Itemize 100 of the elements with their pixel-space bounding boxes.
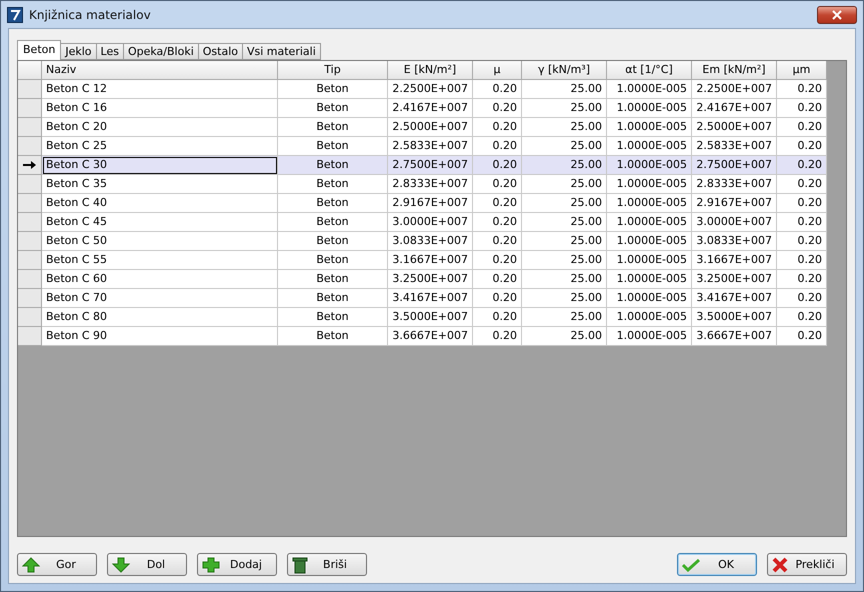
table-cell: Beton C 25 <box>42 137 278 156</box>
close-button[interactable] <box>817 6 857 24</box>
trash-icon <box>292 556 308 574</box>
column-header[interactable]: αt [1/°C] <box>607 61 692 80</box>
add-button[interactable]: Dodaj <box>197 553 277 576</box>
app-icon <box>7 6 23 22</box>
table-cell: 1.0000E-005 <box>607 156 692 175</box>
table-cell: 25.00 <box>522 194 607 213</box>
table-cell: Beton C 70 <box>42 289 278 308</box>
table-cell: 0.20 <box>473 251 522 270</box>
column-header[interactable]: γ [kN/m³] <box>522 61 607 80</box>
column-header[interactable]: Naziv <box>42 61 278 80</box>
table-cell: 25.00 <box>522 156 607 175</box>
table-cell: 3.1667E+007 <box>388 251 473 270</box>
table-cell: 3.5000E+007 <box>692 308 777 327</box>
table-cell: 0.20 <box>473 327 522 346</box>
table-cell: 3.4167E+007 <box>692 289 777 308</box>
column-header[interactable]: Em [kN/m²] <box>692 61 777 80</box>
table-cell: 0.20 <box>473 80 522 99</box>
table-cell: 3.1667E+007 <box>692 251 777 270</box>
table-cell: 3.2500E+007 <box>388 270 473 289</box>
table-cell: 1.0000E-005 <box>607 308 692 327</box>
table-cell: Beton <box>278 175 388 194</box>
cancel-button[interactable]: Prekliči <box>767 553 847 576</box>
table-cell: 25.00 <box>522 308 607 327</box>
table-cell: 3.2500E+007 <box>692 270 777 289</box>
table-cell: 25.00 <box>522 118 607 137</box>
table-cell: Beton C 50 <box>42 232 278 251</box>
table-cell: 2.9167E+007 <box>692 194 777 213</box>
table-cell: 1.0000E-005 <box>607 270 692 289</box>
table-cell: Beton <box>278 289 388 308</box>
table-cell: 0.20 <box>473 194 522 213</box>
table-cell: Beton C 20 <box>42 118 278 137</box>
column-header[interactable]: E [kN/m²] <box>388 61 473 80</box>
table-cell: 0.20 <box>777 80 827 99</box>
ok-button[interactable]: OK <box>677 553 757 576</box>
table-cell: 0.20 <box>777 137 827 156</box>
table-cell: 0.20 <box>777 194 827 213</box>
table-cell: 2.4167E+007 <box>692 99 777 118</box>
table-cell: 3.0833E+007 <box>388 232 473 251</box>
table-cell: Beton <box>278 99 388 118</box>
tab[interactable]: Vsi materiali <box>242 43 321 60</box>
table-cell: Beton <box>278 118 388 137</box>
table-cell: 25.00 <box>522 80 607 99</box>
table-cell: 0.20 <box>777 232 827 251</box>
up-button[interactable]: Gor <box>17 553 97 576</box>
table-cell: 2.8333E+007 <box>692 175 777 194</box>
table-cell: 25.00 <box>522 175 607 194</box>
table-cell: 1.0000E-005 <box>607 213 692 232</box>
table-cell: Beton <box>278 232 388 251</box>
table-cell: 0.20 <box>473 137 522 156</box>
table-cell: 1.0000E-005 <box>607 327 692 346</box>
table-cell: 1.0000E-005 <box>607 175 692 194</box>
column-header[interactable]: Tip <box>278 61 388 80</box>
table-cell: 3.6667E+007 <box>692 327 777 346</box>
table-cell: 2.2500E+007 <box>692 80 777 99</box>
table-cell: 0.20 <box>777 99 827 118</box>
table-cell: 25.00 <box>522 213 607 232</box>
down-button[interactable]: Dol <box>107 553 187 576</box>
table-cell: 1.0000E-005 <box>607 194 692 213</box>
table-cell: 2.5000E+007 <box>692 118 777 137</box>
table-cell: 25.00 <box>522 137 607 156</box>
table-cell: 25.00 <box>522 251 607 270</box>
table-cell: 25.00 <box>522 327 607 346</box>
plus-icon <box>202 556 220 572</box>
table-cell: 3.0833E+007 <box>692 232 777 251</box>
table-cell: 0.20 <box>473 156 522 175</box>
arrow-up-icon <box>22 556 40 572</box>
table-cell: 0.20 <box>473 270 522 289</box>
table-cell: 25.00 <box>522 99 607 118</box>
table-cell: 3.5000E+007 <box>388 308 473 327</box>
table-cell: 1.0000E-005 <box>607 232 692 251</box>
tab[interactable]: Ostalo <box>198 43 243 60</box>
delete-button[interactable]: Briši <box>287 553 367 576</box>
arrow-right-icon <box>23 161 36 169</box>
table-cell: 2.5833E+007 <box>692 137 777 156</box>
table-cell: 3.0000E+007 <box>388 213 473 232</box>
table-cell: 25.00 <box>522 232 607 251</box>
table-cell: 3.4167E+007 <box>388 289 473 308</box>
tab[interactable]: Jeklo <box>60 43 97 60</box>
tab[interactable]: Les <box>96 43 124 60</box>
table-cell: 1.0000E-005 <box>607 80 692 99</box>
table-cell: 0.20 <box>777 251 827 270</box>
row-header[interactable] <box>18 156 42 175</box>
table-cell: 2.5000E+007 <box>388 118 473 137</box>
table-cell: Beton C 40 <box>42 194 278 213</box>
table-cell: 0.20 <box>473 308 522 327</box>
table-cell: Beton C 16 <box>42 99 278 118</box>
column-header[interactable]: µ <box>473 61 522 80</box>
table-cell: Beton <box>278 80 388 99</box>
table-cell: Beton <box>278 194 388 213</box>
table-cell: 1.0000E-005 <box>607 99 692 118</box>
column-header[interactable]: µm <box>777 61 827 80</box>
tab[interactable]: Beton <box>17 40 62 60</box>
table-cell: 3.6667E+007 <box>388 327 473 346</box>
table-cell: Beton C 60 <box>42 270 278 289</box>
table-cell: 1.0000E-005 <box>607 251 692 270</box>
arrow-down-icon <box>112 556 130 572</box>
tab[interactable]: Opeka/Bloki <box>122 43 199 60</box>
table-cell: 0.20 <box>777 213 827 232</box>
